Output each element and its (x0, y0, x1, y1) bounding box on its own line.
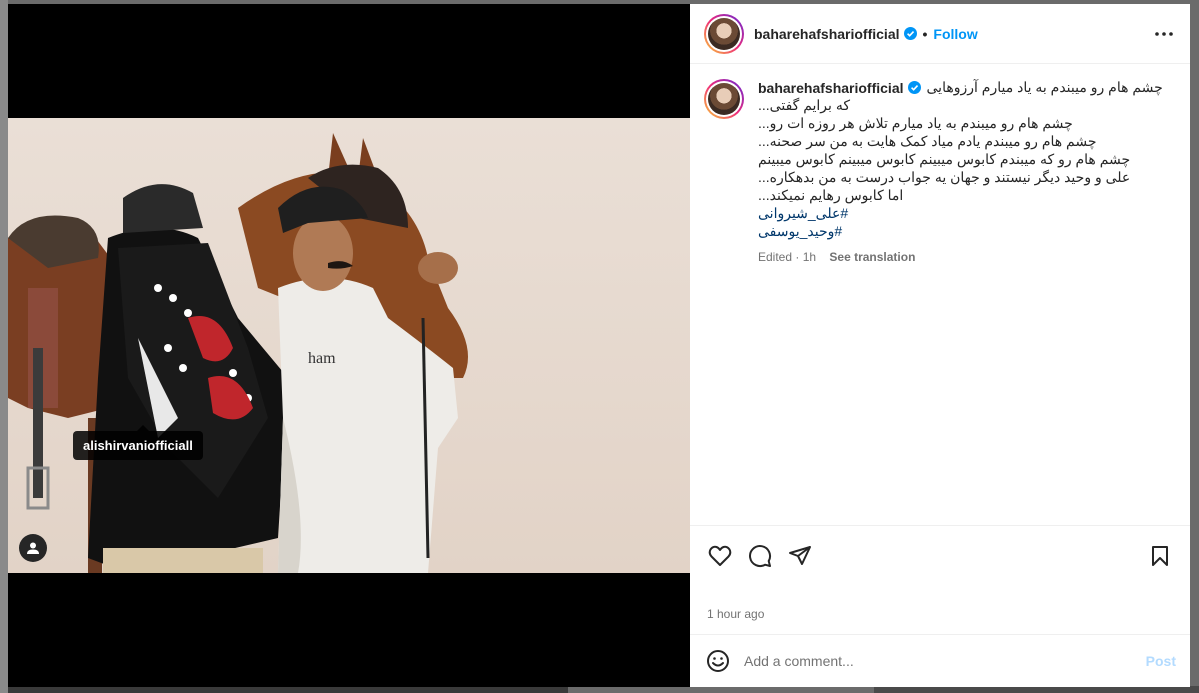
post-comment-button[interactable]: Post (1146, 653, 1176, 669)
header-username[interactable]: baharehafshariofficial (754, 26, 900, 42)
caption-first-line: baharehafshariofficial چشم هام رو میبندم… (758, 79, 1176, 96)
post-time-ago[interactable]: 1 hour ago (707, 607, 764, 621)
backdrop-bottom-left (8, 686, 568, 693)
send-icon (789, 545, 811, 565)
post-side-panel: baharehafshariofficial • Follow bahareha… (690, 4, 1190, 687)
verified-badge-icon (907, 81, 921, 94)
more-options-button[interactable] (1152, 22, 1176, 46)
hashtag-link[interactable]: #علی_شیروانی (758, 204, 1176, 222)
comment-input[interactable] (744, 653, 1146, 669)
backdrop-strip (0, 0, 8, 693)
user-tag-icon (27, 542, 39, 554)
header-username-row: baharehafshariofficial • Follow (754, 26, 978, 42)
post-media[interactable]: ham alishirvaniofficiall (8, 4, 690, 687)
emoji-button[interactable] (704, 647, 732, 675)
author-avatar[interactable] (704, 13, 744, 54)
caption-username[interactable]: baharehafshariofficial (758, 80, 904, 96)
see-translation-link[interactable]: See translation (829, 250, 915, 264)
caption-avatar[interactable] (704, 79, 744, 119)
post-header: baharehafshariofficial • Follow (690, 4, 1190, 64)
comment-icon (749, 544, 772, 567)
backdrop-bottom-right (874, 686, 1199, 693)
emoji-icon (707, 650, 729, 672)
bookmark-icon (1152, 545, 1168, 566)
hashtag-link[interactable]: #وحید_یوسفی (758, 222, 1176, 240)
post-actions-bar (690, 525, 1190, 585)
tagged-user-label[interactable]: alishirvaniofficiall (73, 425, 203, 460)
svg-text:ham: ham (308, 350, 336, 367)
comment-bar: Post (690, 634, 1190, 687)
heart-icon (708, 545, 732, 566)
save-button[interactable] (1144, 540, 1176, 572)
comment-button[interactable] (744, 540, 776, 572)
caption-meta: Edited · 1h See translation (758, 250, 1176, 264)
verified-badge-icon (903, 27, 917, 40)
photo-illustration: ham (8, 118, 690, 573)
edited-timestamp: Edited · 1h (758, 250, 817, 264)
user-tag-button[interactable] (19, 534, 47, 562)
like-button[interactable] (704, 540, 736, 572)
caption-text-first: چشم هام رو میبندم به یاد میارم آرزوهایی (926, 79, 1163, 95)
caption-section: baharehafshariofficial چشم هام رو میبندم… (690, 65, 1190, 525)
share-button[interactable] (784, 540, 816, 572)
caption-text: که برایم گفتی... چشم هام رو میبندم به یا… (758, 97, 1131, 203)
post-photo[interactable]: ham (8, 118, 690, 573)
more-options-icon (1155, 31, 1173, 36)
caption-body: baharehafshariofficial چشم هام رو میبندم… (758, 79, 1176, 264)
follow-button[interactable]: Follow (933, 26, 977, 42)
header-separator: • (922, 25, 928, 42)
